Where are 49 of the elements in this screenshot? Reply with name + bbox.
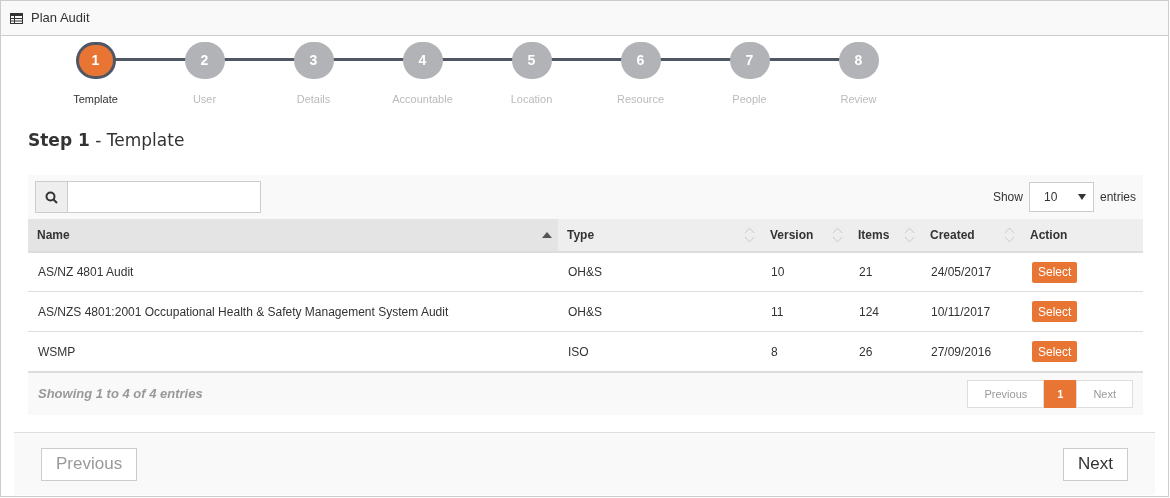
caret-icon — [1077, 194, 1086, 200]
column-header[interactable]: Name — [28, 219, 558, 251]
table-cell: 27/09/2016 — [931, 344, 992, 359]
table-info: Showing 1 to 4 of 4 entries — [38, 385, 203, 404]
table-cell: 10/11/2017 — [931, 304, 991, 319]
table-cell: WSMP — [38, 344, 76, 359]
table-cell: OH&S — [568, 304, 602, 319]
table-cell: 24/05/2017 — [931, 265, 992, 279]
table-cell: 26 — [859, 344, 873, 359]
table-cell: 21 — [859, 265, 873, 279]
column-header[interactable]: Type — [558, 219, 761, 251]
step-label: User — [192, 92, 217, 107]
sort-icon — [1004, 227, 1015, 243]
page-button[interactable]: 1 — [1044, 380, 1077, 408]
step-label: Location — [510, 92, 553, 107]
table-cell: ISO — [568, 344, 589, 359]
column-header[interactable]: Created — [921, 219, 1021, 251]
table-cell: 11 — [771, 304, 784, 319]
select-button[interactable]: Select — [1032, 341, 1078, 362]
window-title: Plan Audit — [31, 9, 90, 28]
table-cell: AS/NZ 4801 Audit — [38, 265, 134, 279]
entries-select[interactable]: 10 — [1028, 182, 1094, 212]
sort-icon — [744, 227, 755, 243]
show-label: Show — [992, 189, 1023, 206]
step-label: Accountable — [392, 92, 453, 107]
table-cell: OH&S — [568, 265, 602, 279]
column-header[interactable]: Action — [1021, 219, 1143, 251]
table-cell: 124 — [859, 304, 880, 319]
table-cell: AS/NZS 4801:2001 Occupational Health & Safety Management System Audit — [38, 304, 449, 319]
step-heading: Step 1 - Template — [28, 129, 185, 150]
step-label: Template — [73, 92, 118, 107]
step-label: Review — [840, 92, 877, 107]
sort-icon — [904, 227, 915, 243]
table-cell: 10 — [771, 265, 785, 279]
column-header[interactable]: Version — [761, 219, 849, 251]
step-label: Details — [296, 92, 331, 107]
next-button[interactable]: Next — [1063, 447, 1128, 481]
sort-icon — [832, 227, 843, 243]
step-label: Resource — [616, 92, 665, 107]
select-button[interactable]: Select — [1032, 261, 1078, 283]
table-icon — [10, 12, 23, 24]
step-label: People — [732, 92, 767, 107]
entries-label: entries — [1099, 189, 1136, 206]
table-cell: 8 — [771, 344, 778, 359]
search-field[interactable] — [35, 181, 261, 213]
search-icon — [45, 190, 58, 204]
column-header[interactable]: Items — [849, 219, 921, 251]
select-button[interactable]: Select — [1032, 301, 1078, 322]
sort-ascending-icon — [542, 232, 552, 238]
